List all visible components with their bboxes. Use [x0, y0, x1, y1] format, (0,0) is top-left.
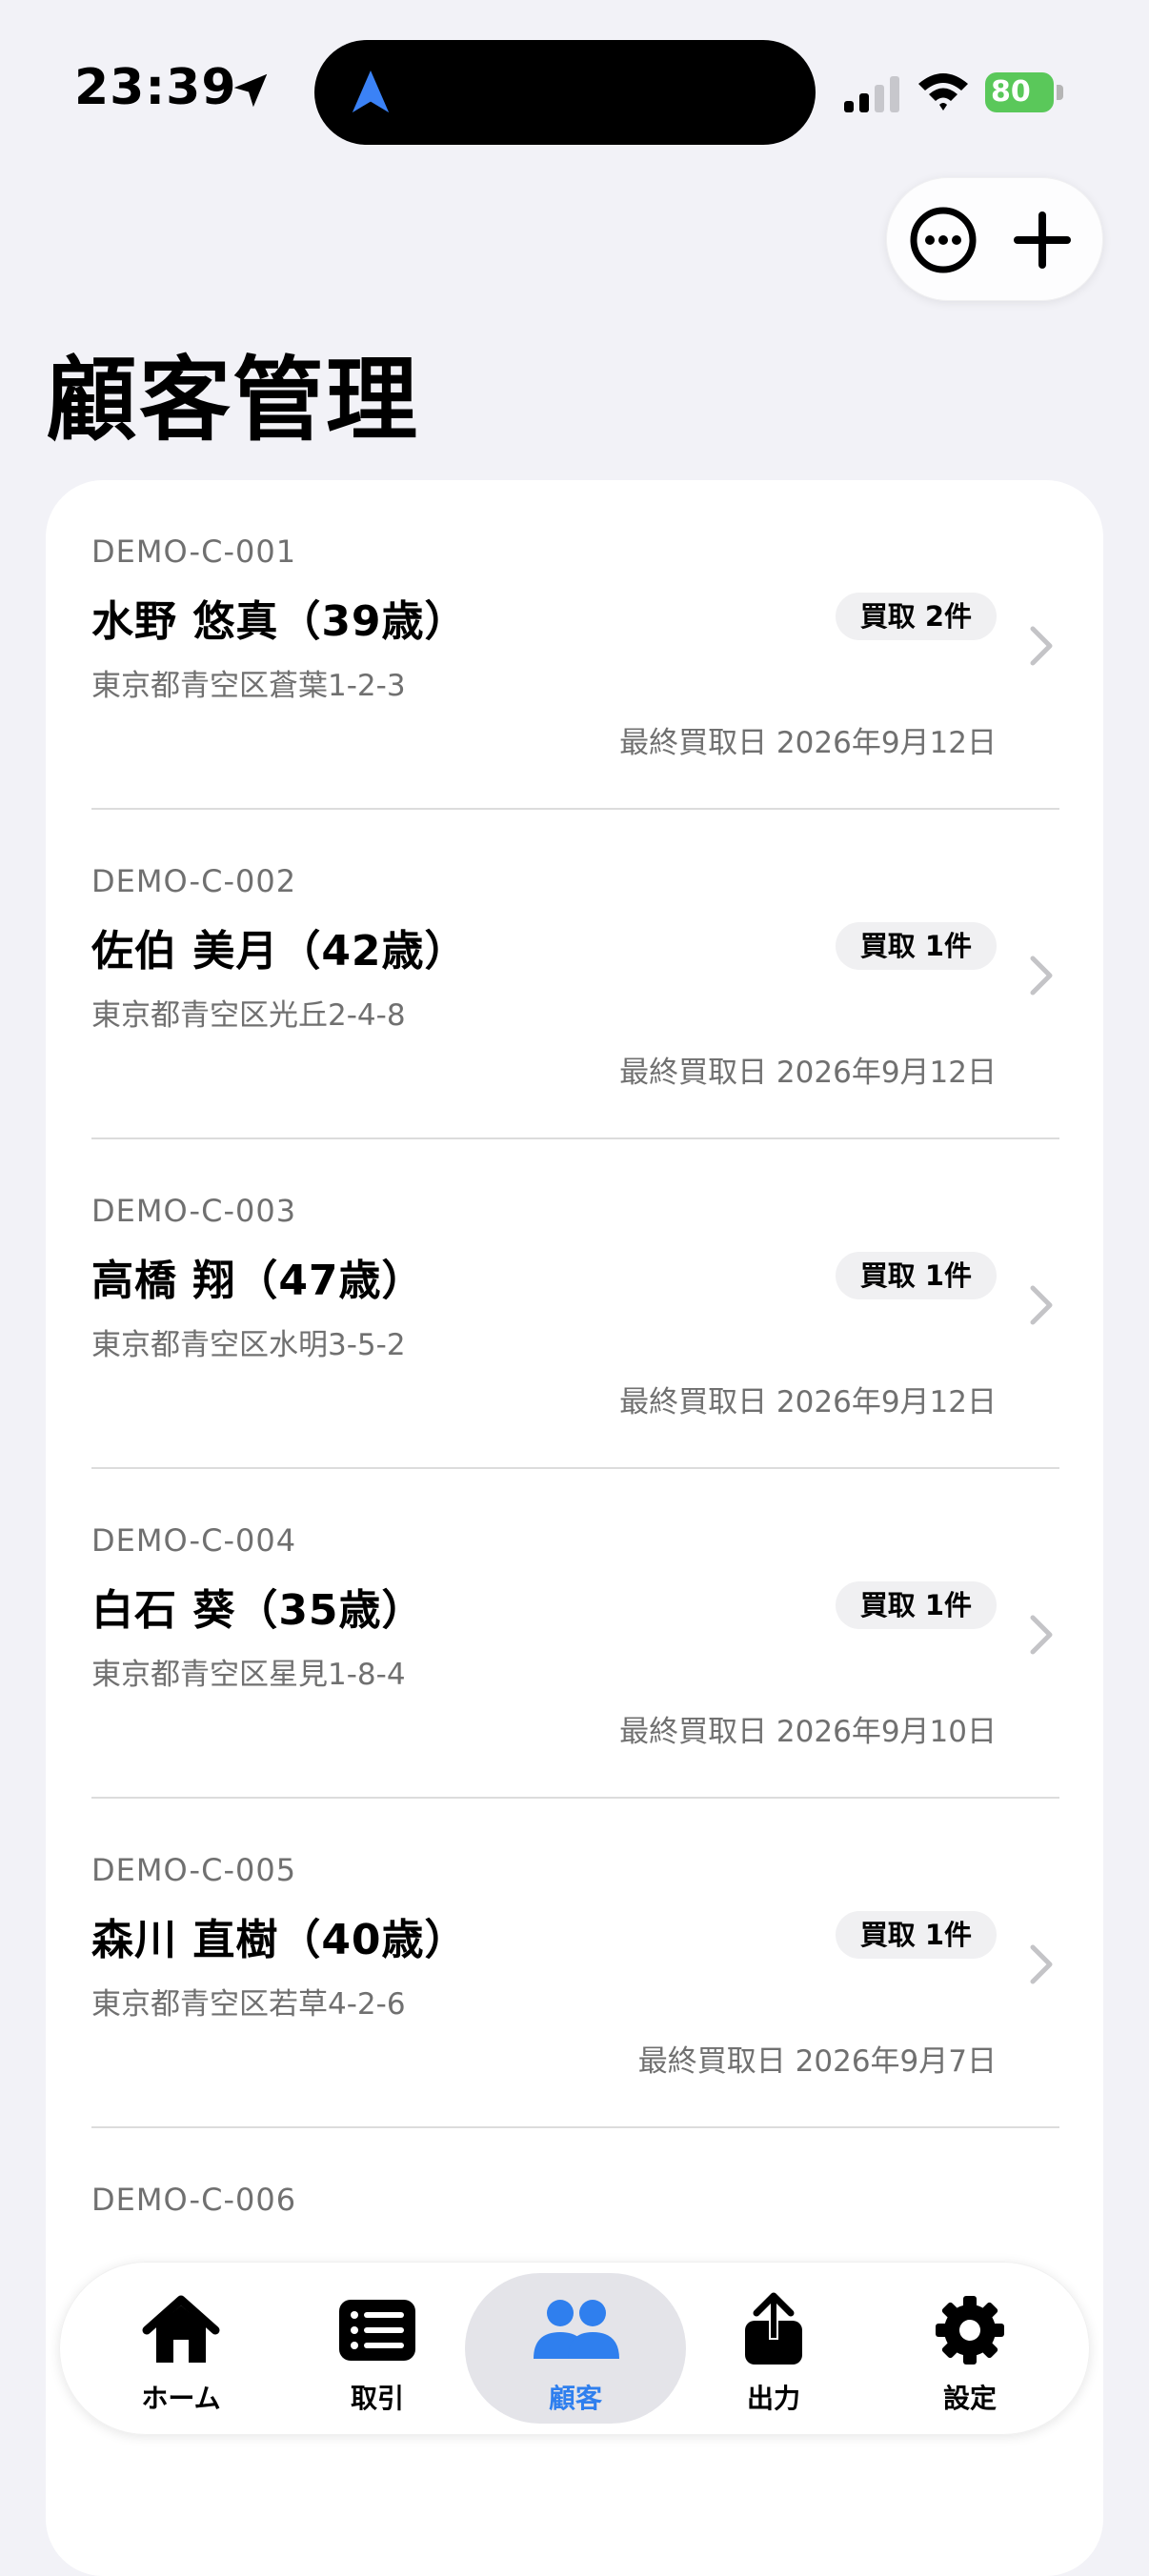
more-options-icon[interactable] [907, 204, 979, 276]
tab-customers[interactable]: 顧客 [480, 2273, 671, 2424]
customer-address: 東京都青空区星見1-8-4 [91, 1658, 406, 1692]
list-icon [339, 2300, 415, 2361]
tab-label: 取引 [350, 2383, 404, 2414]
tab-home[interactable]: ホーム [86, 2273, 276, 2424]
people-icon [534, 2300, 619, 2359]
battery-level: 80 [985, 72, 1054, 112]
last-purchase-date: 最終買取日 2026年9月12日 [619, 1385, 997, 1419]
chevron-right-icon [1030, 1285, 1053, 1325]
page-title: 顧客管理 [46, 347, 419, 453]
purchase-count-badge: 買取 1件 [835, 922, 997, 970]
customer-row[interactable]: DEMO-C-005 森川 直樹（40歳） 東京都青空区若草4-2-6 買取 1… [46, 1799, 1103, 2128]
customer-row[interactable]: DEMO-C-003 高橋 翔（47歳） 東京都青空区水明3-5-2 買取 1件… [46, 1139, 1103, 1469]
customer-address: 東京都青空区水明3-5-2 [91, 1328, 406, 1362]
customer-name: 森川 直樹（40歳） [91, 1916, 468, 1964]
customer-address: 東京都青空区若草4-2-6 [91, 1987, 406, 2022]
customer-row[interactable]: DEMO-C-002 佐伯 美月（42歳） 東京都青空区光丘2-4-8 買取 1… [46, 810, 1103, 1139]
purchase-count-badge: 買取 1件 [835, 1252, 997, 1299]
last-purchase-date: 最終買取日 2026年9月12日 [619, 1056, 997, 1090]
dynamic-island [314, 40, 816, 145]
customer-address: 東京都青空区蒼葉1-2-3 [91, 669, 406, 703]
purchase-count-badge: 買取 1件 [835, 1911, 997, 1959]
purchase-count-badge: 買取 1件 [835, 1581, 997, 1629]
tab-label: 出力 [746, 2383, 800, 2414]
location-arrow-icon [233, 73, 268, 108]
customer-id: DEMO-C-003 [91, 1193, 297, 1229]
customer-id: DEMO-C-004 [91, 1522, 297, 1559]
toolbar [886, 177, 1103, 301]
share-icon [745, 2292, 802, 2365]
tab-label: ホーム [141, 2383, 221, 2414]
cellular-signal-icon [844, 76, 899, 112]
add-customer-icon[interactable] [1006, 204, 1078, 276]
customer-name: 水野 悠真（39歳） [91, 597, 468, 646]
purchase-count-badge: 買取 2件 [835, 593, 997, 640]
tab-label: 設定 [942, 2383, 997, 2414]
chevron-right-icon [1030, 956, 1053, 996]
tab-settings[interactable]: 設定 [875, 2273, 1065, 2424]
customer-id: DEMO-C-006 [91, 2182, 297, 2218]
chevron-right-icon [1030, 1615, 1053, 1655]
tab-export[interactable]: 出力 [678, 2273, 869, 2424]
tab-transactions[interactable]: 取引 [282, 2273, 473, 2424]
customer-row[interactable]: DEMO-C-004 白石 葵（35歳） 東京都青空区星見1-8-4 買取 1件… [46, 1469, 1103, 1799]
battery-indicator: 80 [985, 72, 1065, 112]
house-icon [142, 2295, 220, 2363]
customer-address: 東京都青空区光丘2-4-8 [91, 998, 406, 1033]
tab-bar: ホーム 取引 顧客 出力 設定 [59, 2262, 1090, 2435]
gear-icon [936, 2296, 1004, 2365]
customer-id: DEMO-C-001 [91, 533, 297, 570]
customer-name: 高橋 翔（47歳） [91, 1257, 425, 1305]
wifi-icon [918, 73, 968, 111]
navigation-icon [352, 70, 390, 113]
customer-id: DEMO-C-005 [91, 1852, 297, 1888]
status-bar: 23:39 80 [0, 0, 1149, 171]
battery-tip [1057, 85, 1063, 100]
customer-name: 佐伯 美月（42歳） [91, 927, 468, 976]
customer-row[interactable]: DEMO-C-001 水野 悠真（39歳） 東京都青空区蒼葉1-2-3 買取 2… [46, 480, 1103, 810]
last-purchase-date: 最終買取日 2026年9月7日 [637, 2044, 997, 2079]
customer-id: DEMO-C-002 [91, 863, 297, 899]
customer-name: 白石 葵（35歳） [91, 1586, 425, 1635]
chevron-right-icon [1030, 626, 1053, 666]
tab-label: 顧客 [548, 2383, 602, 2414]
last-purchase-date: 最終買取日 2026年9月12日 [619, 726, 997, 760]
last-purchase-date: 最終買取日 2026年9月10日 [619, 1715, 997, 1749]
chevron-right-icon [1030, 1944, 1053, 1984]
status-time: 23:39 [74, 59, 237, 116]
